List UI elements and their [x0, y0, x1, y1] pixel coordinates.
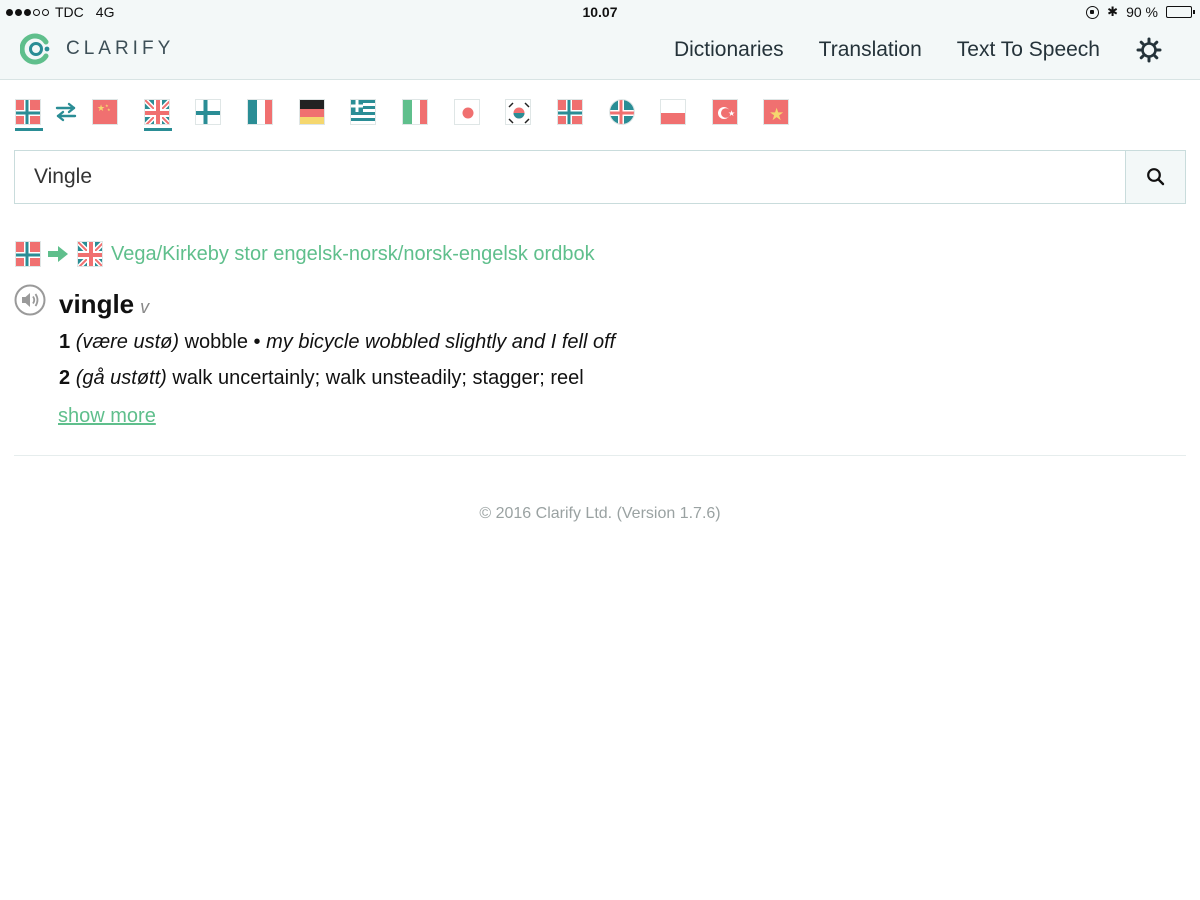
battery-icon	[1166, 6, 1195, 18]
norwegian-flag-icon[interactable]	[15, 99, 41, 125]
chinese-flag-icon[interactable]: ★ ★ ★	[92, 99, 118, 125]
turkish-flag-icon[interactable]: ★	[712, 99, 738, 125]
korean-flag-icon[interactable]	[505, 99, 531, 125]
finnish-flag-icon[interactable]	[195, 99, 221, 125]
sense-number: 2	[59, 367, 71, 389]
status-time: 10.07	[582, 4, 618, 20]
target-selected-indicator	[144, 128, 172, 131]
sense-context: (gå ustøtt)	[75, 367, 167, 389]
sense-example: my bicycle wobbled slightly and I fell o…	[266, 331, 616, 353]
clarify-logo-icon	[20, 33, 50, 65]
bluetooth-icon: ✱	[1107, 4, 1119, 19]
headword: vingle	[59, 289, 135, 319]
search-button[interactable]	[1125, 151, 1185, 203]
status-bar: TDC 4G 10.07 ✱ 90 %	[0, 0, 1200, 24]
swap-arrows-icon[interactable]	[55, 102, 77, 122]
svg-text:★: ★	[728, 109, 735, 118]
search-input[interactable]	[15, 151, 1126, 203]
sense-translation: walk uncertainly; walk unsteadily; stagg…	[172, 367, 584, 389]
show-more-link[interactable]: show more	[58, 405, 156, 428]
german-flag-icon[interactable]	[299, 99, 325, 125]
uk-flag-icon[interactable]	[144, 99, 170, 125]
nav-text-to-speech[interactable]: Text To Speech	[957, 38, 1100, 62]
norwegian-flag-icon[interactable]	[557, 99, 583, 125]
app-header: CLARIFY Dictionaries Translation Text To…	[0, 24, 1200, 80]
nav-translation[interactable]: Translation	[819, 38, 922, 62]
icelandic-flag-icon[interactable]	[609, 99, 635, 125]
logo[interactable]: CLARIFY	[20, 33, 174, 65]
greek-flag-icon[interactable]	[350, 99, 376, 125]
svg-text:★: ★	[97, 103, 105, 113]
speaker-icon[interactable]	[14, 284, 46, 316]
japanese-flag-icon[interactable]	[454, 99, 480, 125]
vietnamese-flag-icon[interactable]: ★	[763, 99, 789, 125]
gear-icon[interactable]	[1136, 37, 1162, 63]
norwegian-flag-icon	[15, 241, 41, 267]
rotation-lock-icon	[1086, 5, 1100, 19]
polish-flag-icon[interactable]	[660, 99, 686, 125]
headword-line: vingle v	[59, 289, 149, 320]
part-of-speech: v	[140, 297, 150, 317]
dictionary-title[interactable]: Vega/Kirkeby stor engelsk-norsk/norsk-en…	[111, 243, 595, 266]
divider	[14, 455, 1186, 456]
footer-copyright: © 2016 Clarify Ltd. (Version 1.7.6)	[479, 505, 721, 522]
arrow-right-icon	[48, 246, 68, 262]
sense-2: 2 (gå ustøtt) walk uncertainly; walk uns…	[59, 367, 584, 390]
sense-context: (være ustø)	[75, 331, 180, 353]
brand-name: CLARIFY	[66, 38, 175, 59]
nav-dictionaries[interactable]: Dictionaries	[674, 38, 784, 62]
search-box	[14, 150, 1186, 204]
svg-text:★: ★	[107, 107, 111, 112]
source-selected-indicator	[15, 128, 43, 131]
french-flag-icon[interactable]	[247, 99, 273, 125]
example-separator: •	[253, 331, 261, 353]
status-right: ✱ 90 %	[1086, 4, 1195, 20]
sense-translation: wobble	[184, 331, 248, 353]
dictionary-header: Vega/Kirkeby stor engelsk-norsk/norsk-en…	[15, 240, 595, 268]
italian-flag-icon[interactable]	[402, 99, 428, 125]
svg-text:★: ★	[769, 105, 784, 124]
uk-flag-icon	[77, 241, 103, 267]
battery-percent: 90 %	[1126, 4, 1158, 20]
main-nav: Dictionaries Translation Text To Speech	[674, 38, 1100, 62]
sense-number: 1	[59, 331, 71, 353]
search-icon	[1147, 168, 1165, 186]
sense-1: 1 (være ustø) wobble • my bicycle wobble…	[59, 331, 615, 354]
